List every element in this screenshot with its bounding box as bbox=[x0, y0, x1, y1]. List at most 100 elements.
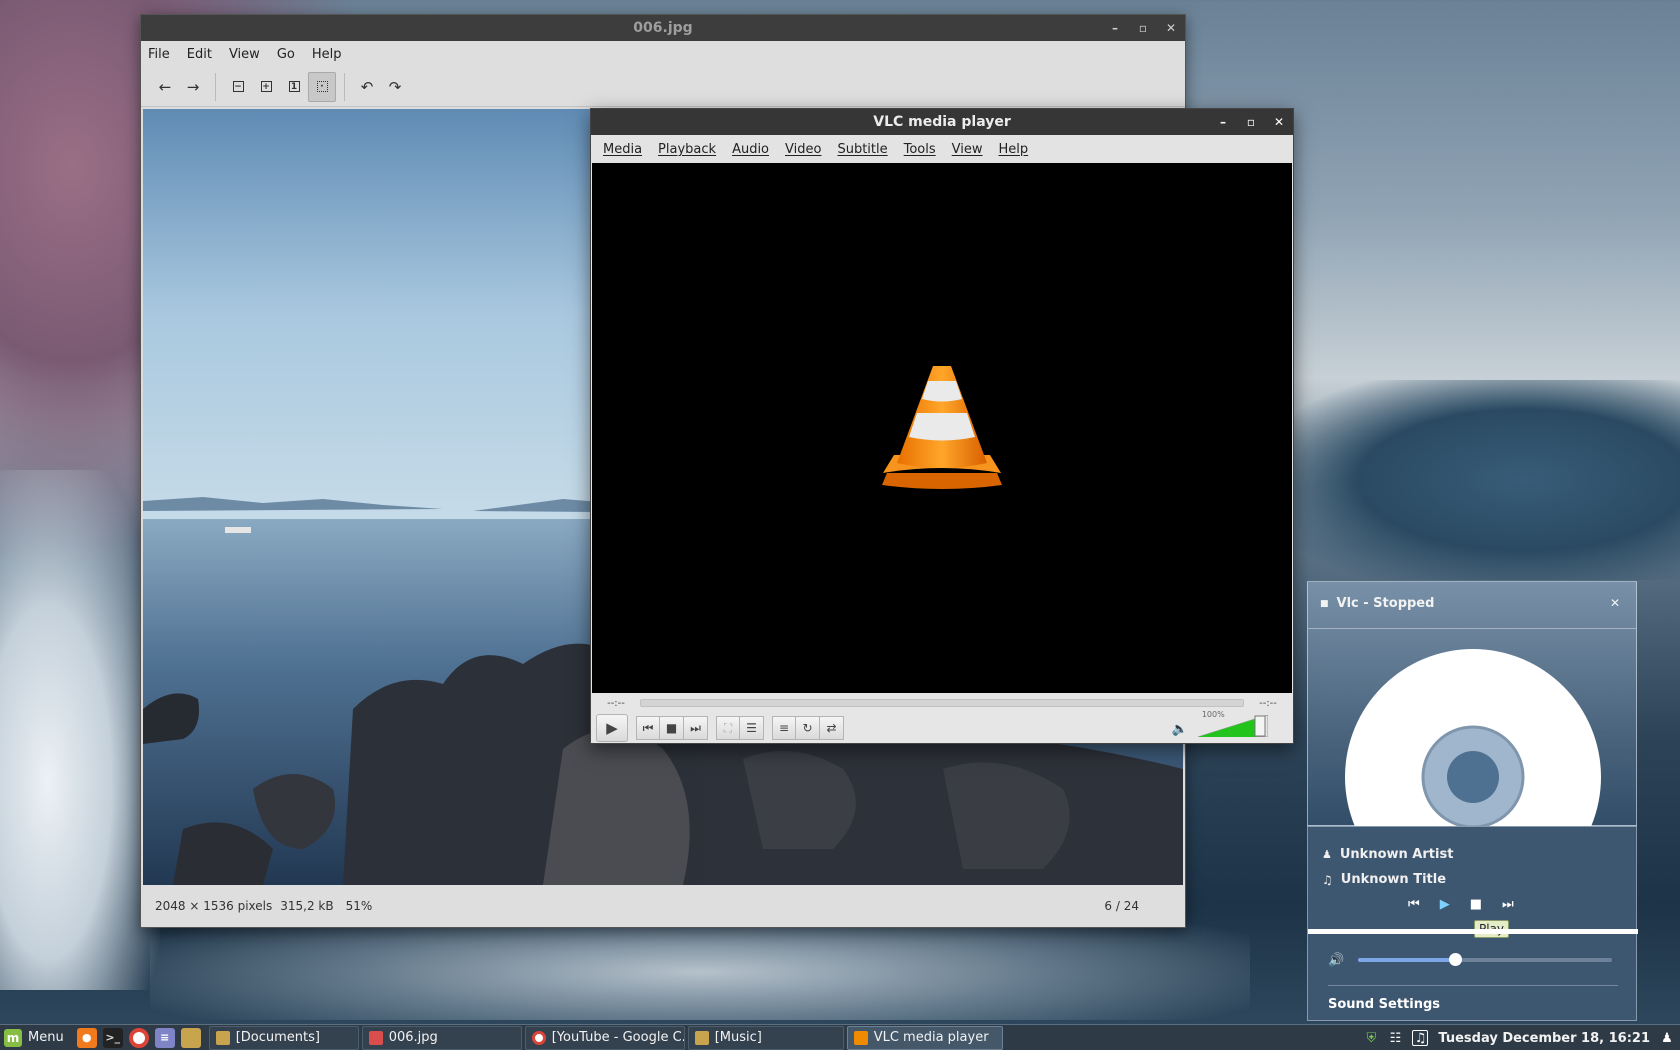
maximize-icon[interactable]: ▫ bbox=[1245, 116, 1257, 128]
zoom-fit-icon[interactable]: · bbox=[308, 71, 336, 102]
vlc-remaining-time: --:-- bbox=[1259, 697, 1277, 709]
playlist-icon[interactable]: ≡ bbox=[772, 716, 796, 740]
task-label: [Music] bbox=[714, 1030, 762, 1045]
applet-volume-knob[interactable] bbox=[1448, 953, 1462, 966]
menu-edit[interactable]: Edit bbox=[187, 47, 212, 62]
task-label: [Documents] bbox=[235, 1030, 320, 1045]
sound-icon[interactable]: ♫ bbox=[1412, 1030, 1429, 1046]
maximize-icon[interactable]: ▫ bbox=[1137, 22, 1149, 34]
menu-help[interactable]: Help bbox=[312, 47, 342, 62]
vlc-elapsed-time: --:-- bbox=[607, 697, 625, 709]
task-label: [YouTube - Google C... bbox=[551, 1030, 685, 1045]
vlc-icon bbox=[853, 1030, 868, 1045]
vlc-menu-audio[interactable]: Audio bbox=[724, 142, 777, 157]
image-zoom-level: 51% bbox=[345, 899, 373, 913]
music-note-icon: ♫ bbox=[1322, 872, 1333, 887]
play-icon[interactable]: ▶ bbox=[596, 714, 628, 742]
applet-title-row: ♫ Unknown Title bbox=[1322, 872, 1446, 887]
task-label: 006.jpg bbox=[388, 1030, 438, 1045]
loop-icon[interactable]: ↻ bbox=[796, 716, 820, 740]
task-label: VLC media player bbox=[873, 1030, 989, 1045]
menu-go[interactable]: Go bbox=[277, 47, 295, 62]
minimize-icon[interactable]: – bbox=[1109, 22, 1121, 34]
network-icon[interactable]: ☷ bbox=[1388, 1031, 1402, 1046]
desktop-wallpaper-ocean bbox=[1290, 380, 1680, 580]
vlc-video-area[interactable] bbox=[592, 163, 1292, 693]
firefox-icon[interactable]: ● bbox=[76, 1027, 97, 1048]
shuffle-icon[interactable]: ⇄ bbox=[820, 716, 844, 740]
vlc-menu-tools[interactable]: Tools bbox=[896, 142, 944, 157]
chrome-icon[interactable] bbox=[128, 1027, 149, 1048]
applet-divider bbox=[1328, 985, 1618, 986]
viewer-titlebar[interactable]: 006.jpg – ▫ ✕ bbox=[141, 15, 1185, 41]
applet-track-progress[interactable] bbox=[1308, 929, 1638, 934]
zoom-1-icon[interactable]: 1 bbox=[280, 72, 308, 102]
folder-icon[interactable] bbox=[180, 1027, 201, 1048]
stop-icon[interactable]: ■ bbox=[660, 716, 684, 740]
stop-icon[interactable]: ■ bbox=[1470, 897, 1482, 912]
vlc-menu-video[interactable]: Video bbox=[777, 142, 829, 157]
zoom-out-icon[interactable]: − bbox=[224, 72, 252, 102]
menu-view[interactable]: View bbox=[229, 47, 260, 62]
vlc-menu-playback[interactable]: Playback bbox=[650, 142, 724, 157]
vlc-menu-subtitle[interactable]: Subtitle bbox=[829, 142, 895, 157]
folder-icon bbox=[215, 1030, 230, 1045]
vlc-menu-view[interactable]: View bbox=[944, 142, 991, 157]
applet-volume-fill bbox=[1358, 958, 1455, 962]
vlc-transport-group: ⏮ ■ ⏭ bbox=[636, 716, 708, 740]
equalizer-icon[interactable]: ☰ bbox=[740, 716, 764, 740]
vlc-seekbar-row: --:-- --:-- bbox=[592, 695, 1292, 711]
vlc-menu-help[interactable]: Help bbox=[991, 142, 1037, 157]
taskbar-task-image-viewer[interactable]: 006.jpg bbox=[361, 1025, 522, 1050]
zoom-in-icon[interactable]: + bbox=[252, 72, 280, 102]
start-menu-label: Menu bbox=[28, 1030, 64, 1045]
terminal-icon[interactable]: >_ bbox=[102, 1027, 123, 1048]
close-icon[interactable]: ✕ bbox=[1165, 22, 1177, 34]
user-icon[interactable]: ♟ bbox=[1660, 1031, 1674, 1046]
speaker-icon[interactable]: 🔈 bbox=[1172, 722, 1188, 737]
vlc-volume: 🔈 100% bbox=[1172, 710, 1268, 737]
taskbar-task-vlc[interactable]: VLC media player bbox=[846, 1025, 1003, 1050]
applet-volume-slider[interactable] bbox=[1358, 953, 1613, 966]
forward-arrow-icon[interactable]: → bbox=[179, 72, 207, 102]
rotate-right-icon[interactable]: ↷ bbox=[381, 72, 409, 102]
taskbar-task-chrome[interactable]: [YouTube - Google C... bbox=[524, 1025, 685, 1050]
close-icon[interactable]: ✕ bbox=[1273, 116, 1285, 128]
vlc-view-group: ⛶ ☰ bbox=[716, 716, 764, 740]
minimize-icon[interactable]: – bbox=[1217, 116, 1229, 128]
vlc-seek-slider[interactable] bbox=[640, 699, 1244, 707]
next-icon[interactable]: ⏭ bbox=[684, 716, 708, 740]
toolbar-separator bbox=[344, 72, 345, 101]
image-filesize: 315,2 kB bbox=[280, 899, 334, 913]
start-menu-button[interactable]: m Menu bbox=[0, 1025, 74, 1050]
image-viewer-icon bbox=[368, 1030, 383, 1045]
text-editor-icon[interactable]: ≡ bbox=[154, 1027, 175, 1048]
play-icon[interactable]: ▶ bbox=[1440, 897, 1450, 912]
taskbar-task-music[interactable]: [Music] bbox=[687, 1025, 844, 1050]
applet-artist: Unknown Artist bbox=[1339, 847, 1454, 862]
fullscreen-icon[interactable]: ⛶ bbox=[716, 716, 740, 740]
speaker-icon[interactable]: 🔊 bbox=[1328, 953, 1344, 968]
artist-icon: ♟ bbox=[1322, 848, 1332, 861]
taskbar-task-documents[interactable]: [Documents] bbox=[208, 1025, 359, 1050]
image-page-counter: 6 / 24 bbox=[1104, 899, 1139, 913]
toolbar-separator bbox=[215, 72, 216, 101]
sound-settings-link[interactable]: Sound Settings bbox=[1328, 997, 1440, 1012]
menu-file[interactable]: File bbox=[148, 47, 170, 62]
album-art-disc-icon bbox=[1345, 649, 1601, 827]
clock[interactable]: Tuesday December 18, 16:21 bbox=[1438, 1031, 1650, 1046]
applet-volume-row: 🔊 bbox=[1328, 951, 1628, 969]
next-icon[interactable]: ⏭ bbox=[1502, 897, 1514, 912]
back-arrow-icon[interactable]: ← bbox=[151, 72, 179, 102]
vlc-titlebar[interactable]: VLC media player – ▫ ✕ bbox=[591, 109, 1293, 135]
previous-icon[interactable]: ⏮ bbox=[636, 716, 660, 740]
vlc-volume-percent: 100% bbox=[1201, 710, 1225, 719]
vlc-menu-media[interactable]: Media bbox=[595, 142, 650, 157]
applet-artist-row: ♟ Unknown Artist bbox=[1322, 847, 1453, 862]
desktop-wallpaper-wave bbox=[0, 470, 160, 990]
previous-icon[interactable]: ⏮ bbox=[1408, 897, 1420, 912]
vlc-title: VLC media player bbox=[873, 114, 1011, 130]
rotate-left-icon[interactable]: ↶ bbox=[353, 72, 381, 102]
viewer-menubar: File Edit View Go Help bbox=[141, 41, 1185, 67]
shield-icon[interactable]: ⛨ bbox=[1364, 1031, 1378, 1046]
